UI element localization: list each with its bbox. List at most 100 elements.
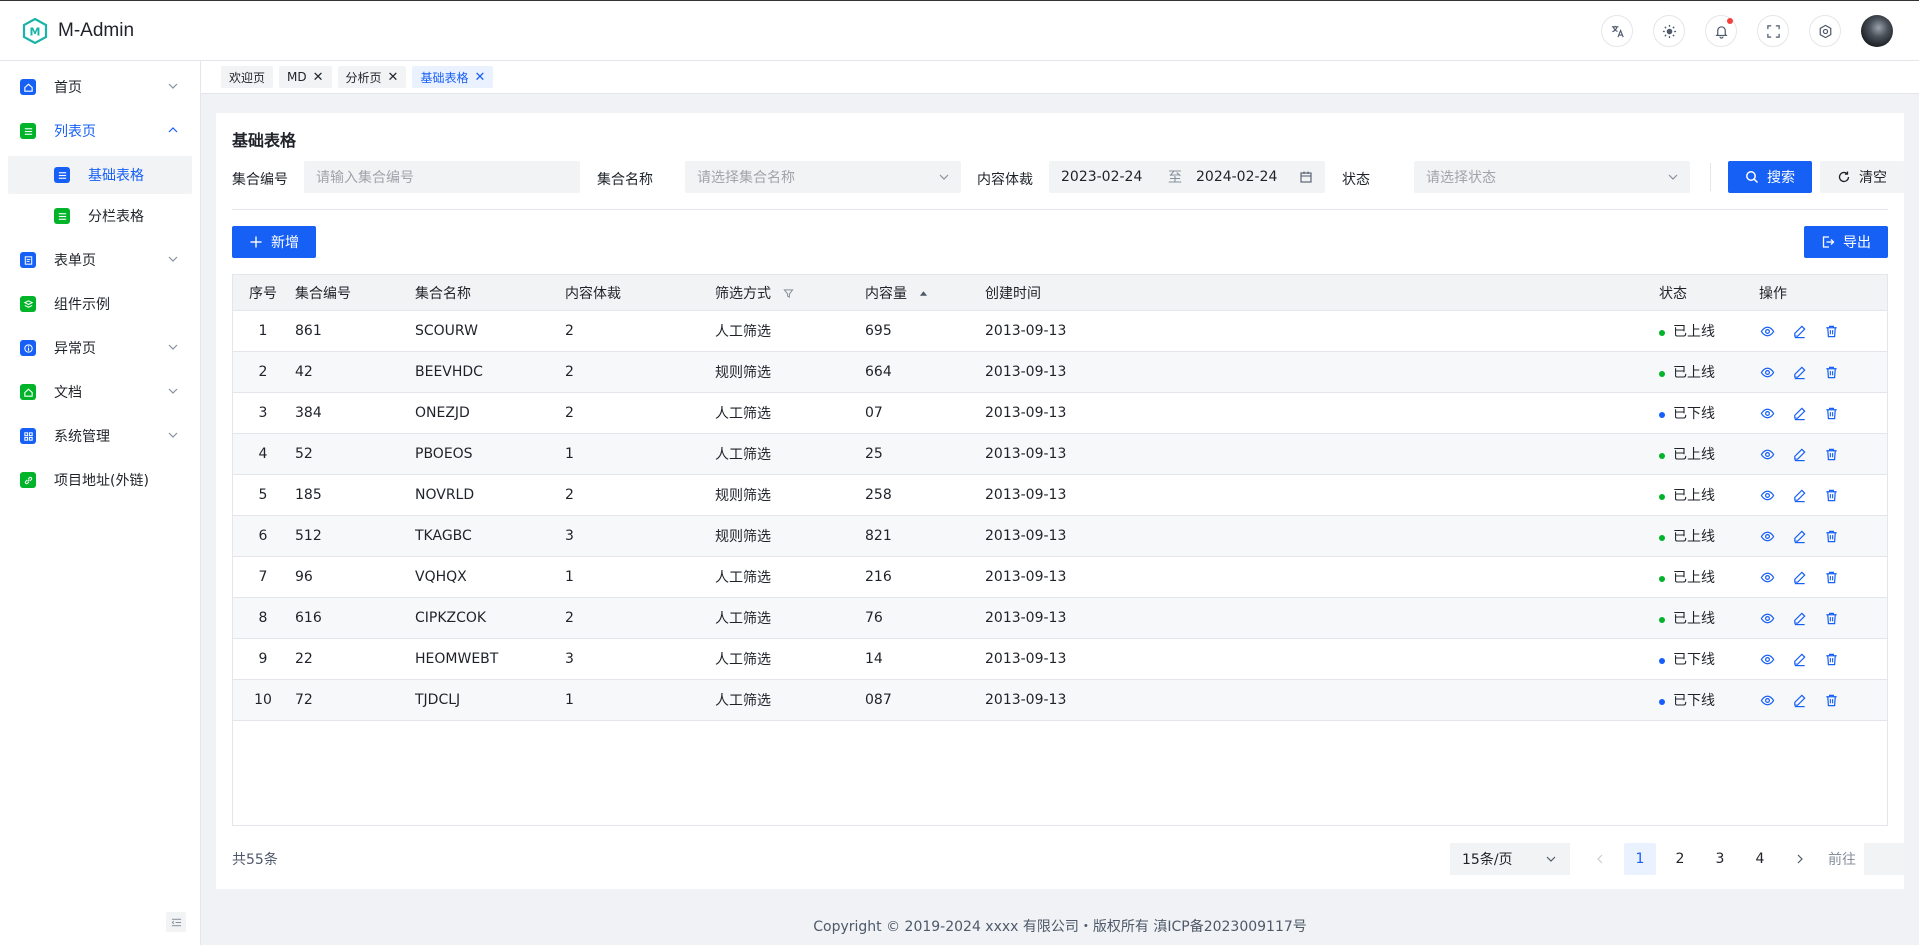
edit-icon[interactable] xyxy=(1791,692,1807,708)
table-row: 2 42 BEEVHDC 2 规则筛选 664 2013-09-13 已上线 xyxy=(233,352,1887,393)
tab-md[interactable]: MD ✕ xyxy=(279,66,332,88)
edit-icon[interactable] xyxy=(1791,487,1807,503)
clear-button[interactable]: 清空 xyxy=(1820,161,1904,193)
cell-actions xyxy=(1757,610,1877,626)
tab-analysis[interactable]: 分析页 ✕ xyxy=(337,66,407,88)
view-icon[interactable] xyxy=(1759,569,1775,585)
edit-icon[interactable] xyxy=(1791,528,1807,544)
column-header: 序号 xyxy=(249,285,277,302)
sidebar-item-exception[interactable]: 异常页 xyxy=(0,326,200,370)
cell-index: 10 xyxy=(254,692,272,708)
edit-icon[interactable] xyxy=(1791,651,1807,667)
cell-actions xyxy=(1757,446,1877,462)
cell-qty: 087 xyxy=(865,692,892,708)
page-button[interactable]: 2 xyxy=(1664,843,1696,875)
fullscreen-button[interactable] xyxy=(1757,15,1789,47)
code-input[interactable]: 请输入集合编号 xyxy=(304,161,580,193)
cell-status: 已上线 xyxy=(1657,444,1757,464)
status-select[interactable]: 请选择状态 xyxy=(1414,161,1690,193)
settings-button[interactable] xyxy=(1809,15,1841,47)
cell-index: 6 xyxy=(258,528,268,544)
sidebar-item-label: 首页 xyxy=(54,80,82,96)
sidebar-item-home[interactable]: 首页 xyxy=(0,65,200,109)
search-button[interactable]: 搜索 xyxy=(1728,161,1812,193)
view-icon[interactable] xyxy=(1759,405,1775,421)
view-icon[interactable] xyxy=(1759,692,1775,708)
sidebar-item-basic-table[interactable]: 基础表格 xyxy=(8,156,192,194)
sidebar-item-form[interactable]: 表单页 xyxy=(0,238,200,282)
delete-icon[interactable] xyxy=(1823,364,1839,380)
logo[interactable]: M M-Admin xyxy=(22,17,134,44)
bell-icon xyxy=(1715,25,1727,39)
cell-filter: 人工筛选 xyxy=(715,324,771,340)
name-placeholder: 请选择集合名称 xyxy=(697,170,795,186)
page-button[interactable]: 3 xyxy=(1704,843,1736,875)
view-icon[interactable] xyxy=(1759,528,1775,544)
translate-button[interactable] xyxy=(1601,15,1633,47)
view-icon[interactable] xyxy=(1759,610,1775,626)
cell-code: 52 xyxy=(295,446,313,462)
cell-qty: 07 xyxy=(865,405,883,421)
page-size-select[interactable]: 15条/页 xyxy=(1450,843,1570,875)
view-icon[interactable] xyxy=(1759,323,1775,339)
edit-icon[interactable] xyxy=(1791,610,1807,626)
page-button[interactable]: 1 xyxy=(1624,843,1656,875)
sidebar-item-docs[interactable]: 文档 xyxy=(0,370,200,414)
name-select[interactable]: 请选择集合名称 xyxy=(685,161,961,193)
jump-page-input[interactable] xyxy=(1864,843,1904,875)
date-start[interactable]: 2023-02-24 xyxy=(1061,169,1142,185)
view-icon[interactable] xyxy=(1759,651,1775,667)
avatar[interactable] xyxy=(1861,15,1893,47)
delete-icon[interactable] xyxy=(1823,651,1839,667)
close-icon[interactable]: ✕ xyxy=(313,71,324,84)
cell-time: 2013-09-13 xyxy=(985,323,1067,339)
page-button[interactable]: 4 xyxy=(1744,843,1776,875)
edit-icon[interactable] xyxy=(1791,446,1807,462)
tab-welcome[interactable]: 欢迎页 xyxy=(221,66,274,88)
add-button[interactable]: 新增 xyxy=(232,226,316,258)
edit-icon[interactable] xyxy=(1791,405,1807,421)
delete-icon[interactable] xyxy=(1823,610,1839,626)
delete-icon[interactable] xyxy=(1823,405,1839,421)
cell-format: 2 xyxy=(565,405,574,421)
cell-filter: 人工筛选 xyxy=(715,652,771,668)
collapse-sidebar-button[interactable] xyxy=(166,912,186,932)
edit-icon[interactable] xyxy=(1791,323,1807,339)
sidebar-item-project-link[interactable]: 项目地址(外链) xyxy=(0,458,200,502)
edit-icon[interactable] xyxy=(1791,364,1807,380)
status-text: 已上线 xyxy=(1673,324,1715,340)
tab-basic-table[interactable]: 基础表格 ✕ xyxy=(412,66,494,88)
sort-up-icon[interactable] xyxy=(919,289,928,298)
view-icon[interactable] xyxy=(1759,446,1775,462)
sidebar-item-list[interactable]: 列表页 xyxy=(0,109,200,153)
notification-button[interactable] xyxy=(1705,15,1737,47)
delete-icon[interactable] xyxy=(1823,692,1839,708)
date-range-picker[interactable]: 2023-02-24 至 2024-02-24 xyxy=(1049,161,1325,193)
delete-icon[interactable] xyxy=(1823,528,1839,544)
sidebar-item-components[interactable]: 组件示例 xyxy=(0,282,200,326)
column-header-filter[interactable]: 筛选方式 xyxy=(713,283,863,303)
cell-status: 已下线 xyxy=(1657,403,1757,423)
close-icon[interactable]: ✕ xyxy=(388,71,399,84)
filter-icon[interactable] xyxy=(783,288,795,299)
date-end[interactable]: 2024-02-24 xyxy=(1196,169,1277,185)
cell-actions xyxy=(1757,487,1877,503)
column-header-qty[interactable]: 内容量 xyxy=(863,283,983,303)
export-button[interactable]: 导出 xyxy=(1804,226,1888,258)
status-text: 已上线 xyxy=(1673,570,1715,586)
theme-toggle-button[interactable] xyxy=(1653,15,1685,47)
next-page-button[interactable] xyxy=(1784,843,1816,875)
delete-icon[interactable] xyxy=(1823,446,1839,462)
close-icon[interactable]: ✕ xyxy=(474,71,485,84)
view-icon[interactable] xyxy=(1759,487,1775,503)
delete-icon[interactable] xyxy=(1823,323,1839,339)
cell-status: 已上线 xyxy=(1657,485,1757,505)
prev-page-button[interactable] xyxy=(1584,843,1616,875)
sidebar-item-column-table[interactable]: 分栏表格 xyxy=(8,197,192,235)
view-icon[interactable] xyxy=(1759,364,1775,380)
delete-icon[interactable] xyxy=(1823,487,1839,503)
cell-filter: 规则筛选 xyxy=(715,488,771,504)
delete-icon[interactable] xyxy=(1823,569,1839,585)
edit-icon[interactable] xyxy=(1791,569,1807,585)
sidebar-item-system[interactable]: 系统管理 xyxy=(0,414,200,458)
